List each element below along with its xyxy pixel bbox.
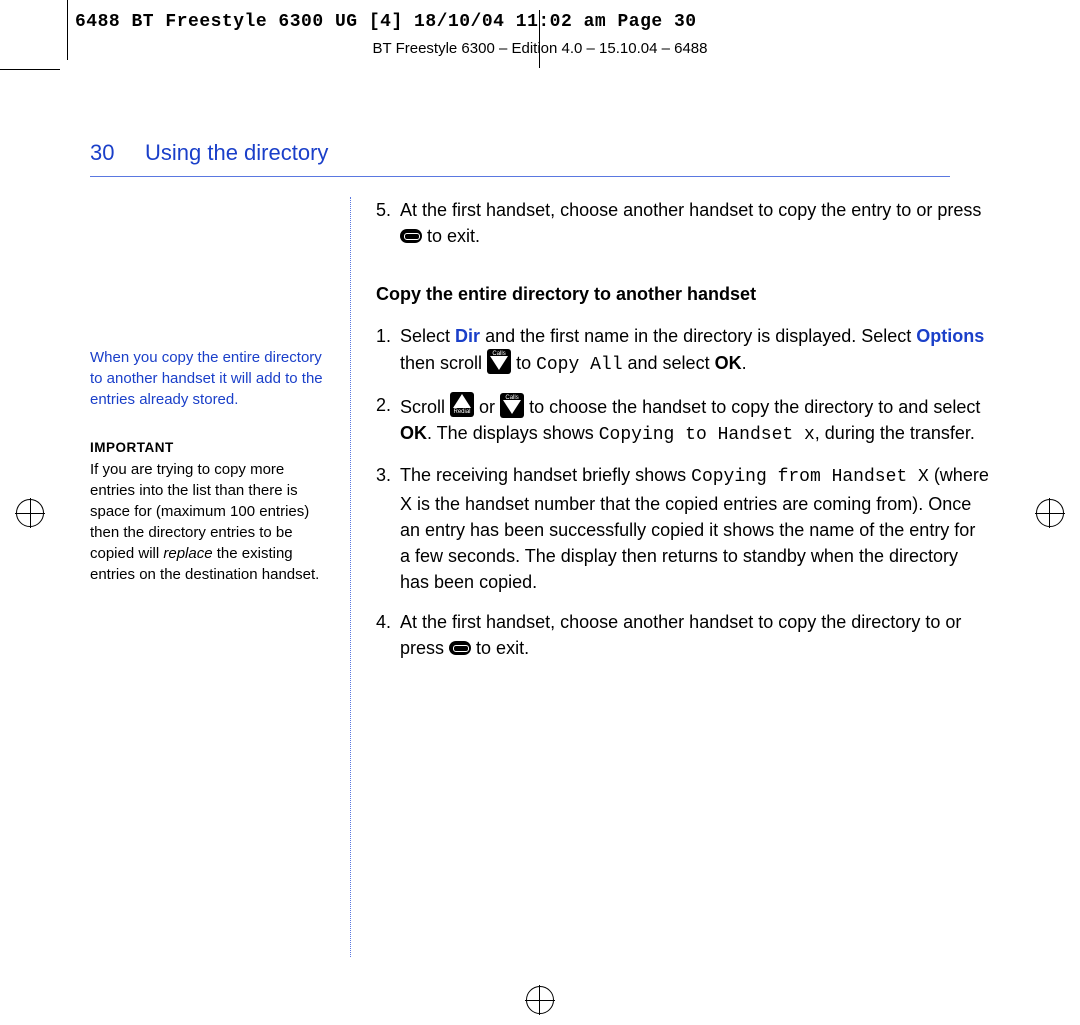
page-title: Using the directory (145, 140, 328, 166)
horizontal-rule (90, 176, 950, 177)
end-call-icon (449, 641, 471, 655)
down-arrow-icon: Calls (487, 349, 511, 374)
item-number: 5. (376, 197, 400, 249)
important-body: If you are trying to copy more entries i… (90, 459, 330, 585)
register-mark (16, 499, 44, 527)
page-content: 30 Using the directory When you copy the… (90, 140, 990, 957)
section-heading: Copy the entire directory to another han… (376, 281, 990, 307)
important-label: IMPORTANT (90, 440, 330, 455)
list-item: 2. Scroll Redial or Calls to choose the … (376, 392, 990, 448)
list-item: 1. Select Dir and the first name in the … (376, 323, 990, 378)
end-call-icon (400, 229, 422, 243)
register-mark (1036, 499, 1064, 527)
item-number: 2. (376, 392, 400, 448)
list-item: 5. At the first handset, choose another … (376, 197, 990, 249)
up-arrow-icon: Redial (450, 392, 474, 417)
page-number: 30 (90, 140, 145, 166)
print-slug: 6488 BT Freestyle 6300 UG [4] 18/10/04 1… (75, 12, 697, 32)
crop-mark (0, 69, 60, 70)
item-number: 3. (376, 462, 400, 594)
list-item: 3. The receiving handset briefly shows C… (376, 462, 990, 594)
down-arrow-icon: Calls (500, 393, 524, 418)
document-page: 6488 BT Freestyle 6300 UG [4] 18/10/04 1… (0, 0, 1080, 1025)
margin-column: When you copy the entire directory to an… (90, 197, 350, 957)
item-number: 1. (376, 323, 400, 378)
edition-line: BT Freestyle 6300 – Edition 4.0 – 15.10.… (0, 40, 1080, 57)
list-item: 4. At the first handset, choose another … (376, 609, 990, 661)
main-column: 5. At the first handset, choose another … (351, 197, 990, 957)
page-header: 30 Using the directory (90, 140, 990, 166)
item-number: 4. (376, 609, 400, 661)
register-mark (526, 986, 554, 1014)
side-note: When you copy the entire directory to an… (90, 347, 330, 410)
